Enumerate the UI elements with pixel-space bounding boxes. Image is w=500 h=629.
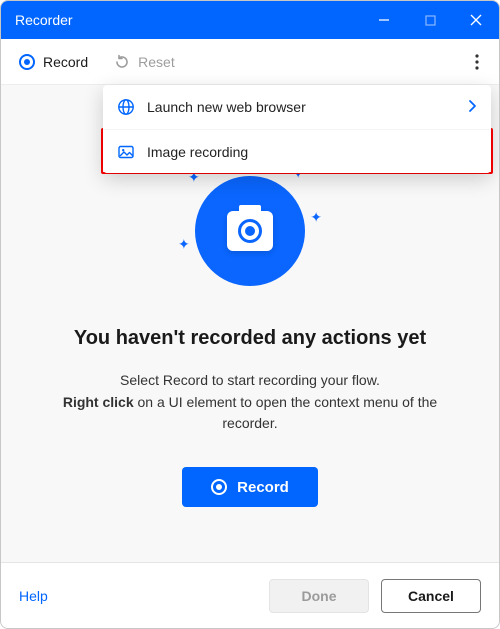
title-bar: Recorder xyxy=(1,1,499,39)
kebab-icon xyxy=(475,54,479,70)
record-button[interactable]: Record xyxy=(182,467,318,507)
record-button-icon xyxy=(211,479,227,495)
camera-icon xyxy=(227,211,273,251)
help-link[interactable]: Help xyxy=(19,588,48,604)
image-icon xyxy=(117,143,135,161)
more-options-button[interactable] xyxy=(465,48,489,76)
reset-icon xyxy=(114,54,130,70)
window-title: Recorder xyxy=(1,12,361,28)
image-recording-item[interactable]: Image recording xyxy=(103,129,491,173)
minimize-icon xyxy=(378,14,390,26)
launch-browser-label: Launch new web browser xyxy=(147,99,455,115)
close-icon xyxy=(470,14,482,26)
globe-icon xyxy=(117,98,135,116)
options-dropdown: Launch new web browser Image recording xyxy=(103,85,491,173)
maximize-button[interactable] xyxy=(407,1,453,39)
subtext-line2: on a UI element to open the context menu… xyxy=(134,394,438,432)
record-label: Record xyxy=(43,54,88,70)
close-button[interactable] xyxy=(453,1,499,39)
empty-state-headline: You haven't recorded any actions yet xyxy=(74,327,426,350)
image-recording-label: Image recording xyxy=(147,144,465,160)
done-button: Done xyxy=(269,579,369,613)
launch-browser-item[interactable]: Launch new web browser xyxy=(103,85,491,129)
reset-label: Reset xyxy=(138,54,175,70)
footer: Help Done Cancel xyxy=(1,562,499,628)
subtext-line1: Select Record to start recording your fl… xyxy=(120,372,380,388)
chevron-right-icon xyxy=(467,99,477,116)
empty-state-subtext: Select Record to start recording your fl… xyxy=(60,370,440,435)
recorder-window: Recorder Record Reset ✦✦✦✦ You haven't r… xyxy=(0,0,500,629)
cancel-button[interactable]: Cancel xyxy=(381,579,481,613)
record-toggle[interactable]: Record xyxy=(11,50,96,74)
subtext-bold: Right click xyxy=(63,394,134,410)
minimize-button[interactable] xyxy=(361,1,407,39)
reset-button[interactable]: Reset xyxy=(106,50,183,74)
empty-state-illustration: ✦✦✦✦ xyxy=(180,161,320,301)
record-icon xyxy=(19,54,35,70)
record-button-label: Record xyxy=(237,479,289,496)
maximize-icon xyxy=(425,15,436,26)
toolbar: Record Reset xyxy=(1,39,499,85)
